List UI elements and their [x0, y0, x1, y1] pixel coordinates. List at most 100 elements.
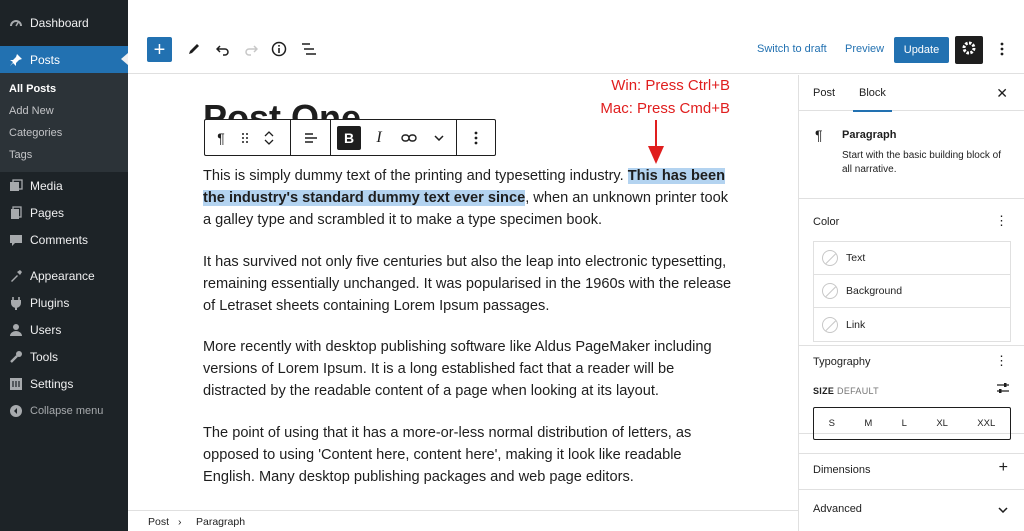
- annotation-win-shortcut: Win: Press Ctrl+B: [611, 77, 730, 94]
- chevron-down-icon[interactable]: [998, 504, 1008, 516]
- switch-to-draft-link[interactable]: Switch to draft: [757, 43, 827, 55]
- redo-icon[interactable]: [241, 39, 261, 59]
- submenu-tags[interactable]: Tags: [0, 144, 128, 166]
- pages-icon: [8, 205, 24, 221]
- sidebar-item-plugins[interactable]: Plugins: [0, 289, 128, 316]
- submenu-add-new[interactable]: Add New: [0, 100, 128, 122]
- color-swatch-icon: [822, 316, 838, 333]
- collapse-menu-button[interactable]: Collapse menu: [0, 397, 128, 424]
- paragraph-icon[interactable]: ¶: [209, 126, 233, 150]
- appearance-icon: [8, 268, 24, 284]
- advanced-panel-title[interactable]: Advanced: [813, 503, 862, 515]
- preview-link[interactable]: Preview: [845, 43, 884, 55]
- comments-icon: [8, 232, 24, 248]
- breadcrumb-paragraph[interactable]: Paragraph: [196, 516, 245, 528]
- font-size-label: SIZE DEFAULT: [813, 386, 879, 396]
- sidebar-item-media[interactable]: Media: [0, 172, 128, 199]
- undo-icon[interactable]: [213, 39, 233, 59]
- block-description: Start with the basic building block of a…: [842, 150, 1001, 175]
- block-card: ¶ Paragraph Start with the basic buildin…: [799, 111, 1024, 199]
- submenu-categories[interactable]: Categories: [0, 122, 128, 144]
- color-item-label: Text: [846, 252, 866, 264]
- sidebar-item-tools[interactable]: Tools: [0, 343, 128, 370]
- font-size-m[interactable]: M: [864, 418, 872, 429]
- color-list: Text Background Link: [813, 241, 1011, 342]
- color-item-label: Background: [846, 285, 903, 297]
- pushpin-icon: [8, 52, 24, 68]
- sidebar-item-label: Users: [30, 322, 62, 337]
- settings-sidebar: Post Block ✕ ¶ Paragraph Start with the …: [798, 75, 1024, 531]
- color-options-kebab-icon[interactable]: ⋮: [995, 213, 1008, 229]
- users-icon: [8, 322, 24, 338]
- sidebar-item-comments[interactable]: Comments: [0, 226, 128, 253]
- font-size-xl[interactable]: XL: [936, 418, 948, 429]
- sidebar-item-appearance[interactable]: Appearance: [0, 262, 128, 289]
- paragraph-block-3[interactable]: More recently with desktop publishing so…: [203, 336, 733, 402]
- plus-icon[interactable]: +: [999, 459, 1008, 477]
- sidebar-item-dashboard[interactable]: Dashboard: [0, 9, 128, 36]
- sidebar-item-posts[interactable]: Posts: [0, 46, 128, 73]
- color-panel-title: Color: [813, 216, 840, 228]
- block-toolbar: ¶ B I: [204, 119, 496, 156]
- tools-pencil-icon[interactable]: [184, 39, 204, 59]
- font-size-s[interactable]: S: [829, 418, 835, 429]
- color-item-background[interactable]: Background: [814, 275, 1010, 308]
- move-up-down-icon[interactable]: [257, 126, 281, 150]
- options-kebab-icon[interactable]: [992, 39, 1012, 59]
- sidebar-item-users[interactable]: Users: [0, 316, 128, 343]
- annotation-mac-shortcut: Mac: Press Cmd+B: [600, 100, 730, 117]
- sidebar-item-pages[interactable]: Pages: [0, 199, 128, 226]
- update-button[interactable]: Update: [894, 37, 949, 63]
- italic-button[interactable]: I: [367, 126, 391, 150]
- block-options-kebab-icon[interactable]: [464, 126, 488, 150]
- sidebar-item-settings[interactable]: Settings: [0, 370, 128, 397]
- color-item-text[interactable]: Text: [814, 242, 1010, 275]
- close-icon[interactable]: ✕: [996, 85, 1008, 102]
- sidebar-item-label: Plugins: [30, 295, 70, 310]
- sidebar-item-label: Dashboard: [30, 15, 89, 30]
- settings-tabs: Post Block ✕: [799, 75, 1024, 112]
- details-info-icon[interactable]: [269, 39, 289, 59]
- font-size-xxl[interactable]: XXL: [977, 418, 995, 429]
- tab-block[interactable]: Block: [853, 87, 892, 112]
- settings-icon: [8, 376, 24, 392]
- breadcrumb-chevron-icon: ›: [178, 516, 182, 528]
- typography-panel-title: Typography: [813, 356, 871, 368]
- size-value: DEFAULT: [837, 386, 879, 396]
- color-item-label: Link: [846, 318, 866, 331]
- sidebar-item-label: Tools: [30, 349, 59, 364]
- gear-icon: [961, 40, 977, 61]
- dashboard-icon: [8, 15, 24, 31]
- breadcrumb-post[interactable]: Post: [148, 516, 169, 528]
- tools-icon: [8, 349, 24, 365]
- settings-gear-button[interactable]: [955, 36, 983, 64]
- collapse-menu-label: Collapse menu: [30, 404, 104, 417]
- font-size-l[interactable]: L: [902, 418, 907, 429]
- link-icon[interactable]: [397, 126, 421, 150]
- collapse-arrow-icon: [8, 403, 24, 419]
- align-left-icon[interactable]: [299, 126, 323, 150]
- sidebar-item-label: Settings: [30, 376, 74, 391]
- custom-size-settings-icon[interactable]: [996, 382, 1010, 397]
- paragraph-icon: ¶: [815, 127, 823, 143]
- add-block-button[interactable]: +: [147, 37, 172, 62]
- editor-top-toolbar: + Switch to draft Preview Update: [128, 0, 1024, 74]
- paragraph-block-4[interactable]: The point of using that it has a more-or…: [203, 422, 733, 488]
- submenu-all-posts[interactable]: All Posts: [0, 78, 128, 100]
- paragraph-text: This is simply dummy text of the printin…: [203, 168, 628, 184]
- color-item-link[interactable]: Link: [814, 308, 1010, 341]
- typography-options-kebab-icon[interactable]: ⋮: [995, 353, 1008, 369]
- tab-post[interactable]: Post: [813, 87, 835, 99]
- list-view-icon[interactable]: [299, 39, 319, 59]
- sidebar-item-label: Appearance: [30, 268, 95, 283]
- media-icon: [8, 178, 24, 194]
- block-name: Paragraph: [842, 129, 897, 141]
- drag-handle-icon[interactable]: [233, 126, 257, 150]
- sidebar-item-label: Media: [30, 178, 63, 193]
- dimensions-panel-title[interactable]: Dimensions: [813, 464, 870, 476]
- more-formats-chevron-icon[interactable]: [427, 126, 451, 150]
- sidebar-item-label: Pages: [30, 205, 65, 220]
- bold-button[interactable]: B: [337, 125, 361, 150]
- paragraph-block-2[interactable]: It has survived not only five centuries …: [203, 251, 733, 317]
- paragraph-block-1[interactable]: This is simply dummy text of the printin…: [203, 165, 733, 231]
